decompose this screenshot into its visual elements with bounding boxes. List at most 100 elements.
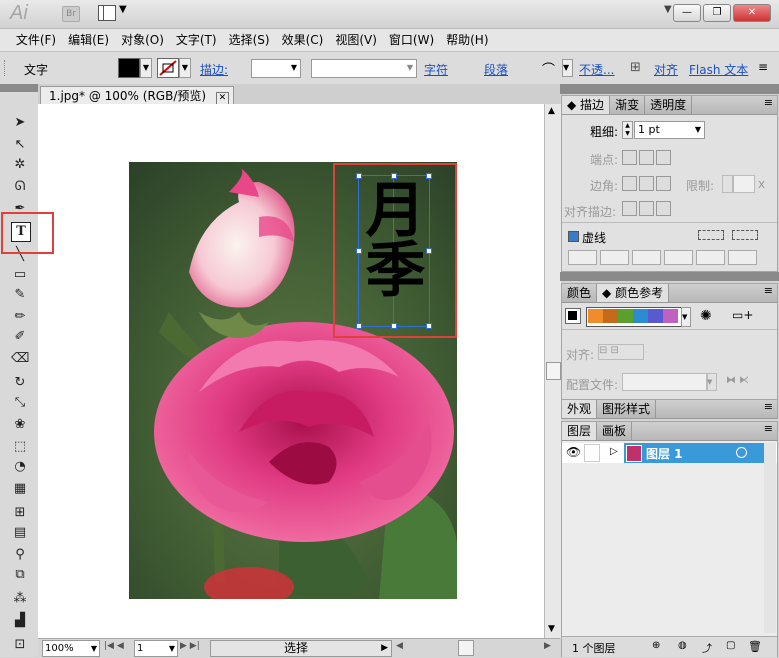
cap-buttons[interactable] bbox=[622, 150, 673, 165]
rotate-tool-icon[interactable]: ↻ bbox=[11, 374, 29, 392]
chevron-down-icon[interactable]: ▼ bbox=[706, 373, 717, 391]
menu-type[interactable]: 文字(T) bbox=[170, 29, 223, 51]
column-graph-icon[interactable]: ▟ bbox=[11, 612, 29, 630]
chevron-down-icon[interactable]: ▼ bbox=[179, 58, 191, 78]
scroll-left-icon[interactable]: ◀ bbox=[396, 641, 403, 651]
limit-stepper[interactable] bbox=[722, 175, 733, 193]
lasso-icon[interactable]: ᘏ bbox=[11, 178, 29, 196]
direct-selection-tool-icon[interactable]: ↖ bbox=[11, 136, 29, 154]
flash-text-link[interactable]: Flash 文本 bbox=[689, 61, 748, 78]
handle[interactable] bbox=[356, 323, 362, 329]
panel-menu-icon[interactable]: ≡ bbox=[758, 60, 768, 74]
menu-help[interactable]: 帮助(H) bbox=[440, 29, 494, 51]
opacity-link[interactable]: 不透... bbox=[579, 61, 614, 78]
paintbrush-icon[interactable]: ✎ bbox=[11, 286, 29, 304]
tab-appearance[interactable]: 外观 bbox=[562, 400, 598, 418]
scroll-right-icon[interactable]: ▶ bbox=[544, 641, 551, 651]
hscroll-thumb[interactable] bbox=[458, 640, 474, 656]
eraser-icon[interactable]: ⌫ bbox=[11, 350, 29, 368]
menu-effect[interactable]: 效果(C) bbox=[276, 29, 330, 51]
shape-builder-icon[interactable]: ◔ bbox=[11, 458, 29, 476]
lock-toggle[interactable] bbox=[584, 444, 600, 462]
harmony-swatches[interactable] bbox=[586, 307, 684, 327]
recolor-icon[interactable]: ⌒ bbox=[542, 59, 555, 78]
limit-input[interactable] bbox=[733, 175, 755, 193]
align-icon[interactable]: ⊞ bbox=[630, 60, 641, 75]
dashed-checkbox[interactable] bbox=[568, 231, 579, 242]
scroll-up-icon[interactable]: ▲ bbox=[548, 106, 555, 116]
free-transform-icon[interactable]: ⬚ bbox=[11, 438, 29, 456]
artboard-tool-icon[interactable]: ⊡ bbox=[11, 636, 29, 654]
save-color-group-icon[interactable]: ▭+ bbox=[732, 308, 753, 322]
tab-graphic-styles[interactable]: 图形样式 bbox=[597, 400, 657, 418]
tab-color[interactable]: 颜色 bbox=[562, 284, 598, 302]
close-button[interactable]: ✕ bbox=[733, 4, 771, 22]
target-icon[interactable] bbox=[736, 447, 747, 458]
artboard-nav-next-icon[interactable]: ▶ ▶| bbox=[180, 641, 200, 651]
tab-gradient[interactable]: 渐变 bbox=[610, 96, 646, 114]
dash-preset-icon[interactable] bbox=[732, 230, 758, 240]
menu-file[interactable]: 文件(F) bbox=[10, 29, 62, 51]
paragraph-link[interactable]: 段落 bbox=[484, 61, 508, 78]
vertical-text[interactable]: 月季 bbox=[355, 178, 426, 298]
flip-icon[interactable]: ⧓ ⧔ bbox=[726, 375, 749, 386]
color-swatch[interactable] bbox=[648, 309, 663, 323]
tab-stroke[interactable]: ◆ 描边 bbox=[562, 96, 611, 114]
stroke-weight-dropdown[interactable]: ▼ bbox=[251, 59, 301, 78]
eye-icon[interactable]: 👁 bbox=[566, 445, 581, 459]
tab-layers[interactable]: 图层 bbox=[562, 422, 598, 440]
weight-dropdown[interactable]: 1 pt ▼ bbox=[634, 121, 705, 139]
config-dropdown[interactable] bbox=[622, 373, 708, 391]
base-color[interactable] bbox=[565, 308, 581, 324]
magic-wand-icon[interactable]: ✲ bbox=[11, 156, 29, 174]
text-bounding-box[interactable]: 月季 bbox=[355, 173, 432, 329]
stroke-link[interactable]: 描边: bbox=[200, 61, 228, 78]
chevron-down-icon[interactable]: ▼ bbox=[681, 307, 691, 327]
layer-name[interactable]: 图层 1 bbox=[646, 445, 683, 462]
clipping-mask-icon[interactable]: ◍ bbox=[678, 640, 687, 651]
layer-row[interactable]: 👁 ▷ 图层 1 bbox=[562, 443, 777, 463]
minimize-button[interactable]: — bbox=[673, 4, 701, 22]
expand-arrow-icon[interactable]: ▷ bbox=[610, 446, 618, 457]
menu-object[interactable]: 对象(O) bbox=[115, 29, 170, 51]
scroll-thumb[interactable] bbox=[546, 362, 561, 380]
handle[interactable] bbox=[426, 323, 432, 329]
vertical-scrollbar[interactable]: ▲ ▼ bbox=[544, 104, 561, 638]
color-swatch[interactable] bbox=[603, 309, 618, 323]
panel-menu-icon[interactable]: ≡ bbox=[764, 284, 777, 297]
panel-menu-icon[interactable]: ≡ bbox=[764, 400, 777, 413]
tab-color-guide[interactable]: ◆ 颜色参考 bbox=[597, 284, 670, 302]
zoom-dropdown[interactable]: 100% ▼ bbox=[42, 640, 100, 657]
handle[interactable] bbox=[391, 323, 397, 329]
color-swatch[interactable] bbox=[663, 309, 678, 323]
rectangle-tool-icon[interactable]: ▭ bbox=[11, 266, 29, 284]
character-link[interactable]: 字符 bbox=[424, 61, 448, 78]
chevron-down-icon[interactable]: ▼ bbox=[562, 59, 573, 77]
blob-brush-icon[interactable]: ✐ bbox=[11, 328, 29, 346]
layers-scrollbar[interactable] bbox=[764, 443, 776, 633]
menu-view[interactable]: 视图(V) bbox=[329, 29, 383, 51]
corner-buttons[interactable] bbox=[622, 176, 673, 191]
chevron-down-icon[interactable]: ▼ bbox=[140, 58, 152, 78]
selection-tool-icon[interactable]: ➤ bbox=[11, 114, 29, 132]
color-swatch[interactable] bbox=[618, 309, 633, 323]
dash-inputs[interactable] bbox=[568, 250, 757, 268]
symbol-sprayer-icon[interactable]: ⁂ bbox=[11, 590, 29, 608]
artboard-canvas[interactable]: 月季 bbox=[38, 104, 544, 638]
color-swatch[interactable] bbox=[588, 309, 603, 323]
handle[interactable] bbox=[426, 248, 432, 254]
align-stroke-buttons[interactable] bbox=[622, 201, 673, 216]
menu-select[interactable]: 选择(S) bbox=[223, 29, 276, 51]
align-link[interactable]: 对齐 bbox=[654, 61, 678, 78]
new-layer-icon[interactable]: ▢ bbox=[726, 640, 735, 651]
eyedropper-icon[interactable]: ⚲ bbox=[11, 546, 29, 564]
weight-stepper[interactable]: ▲ ▼ bbox=[622, 121, 633, 139]
document-tab[interactable]: 1.jpg* @ 100% (RGB/预览) ✕ bbox=[40, 86, 234, 105]
color-swatch[interactable] bbox=[633, 309, 648, 323]
locate-object-icon[interactable]: ⊕ bbox=[652, 640, 660, 651]
tab-transparency[interactable]: 透明度 bbox=[645, 96, 693, 114]
handle[interactable] bbox=[426, 173, 432, 179]
stroke-swatch[interactable] bbox=[157, 58, 179, 78]
recolor-artwork-icon[interactable]: ✺ bbox=[700, 308, 712, 324]
warp-tool-icon[interactable]: ❀ bbox=[11, 416, 29, 434]
